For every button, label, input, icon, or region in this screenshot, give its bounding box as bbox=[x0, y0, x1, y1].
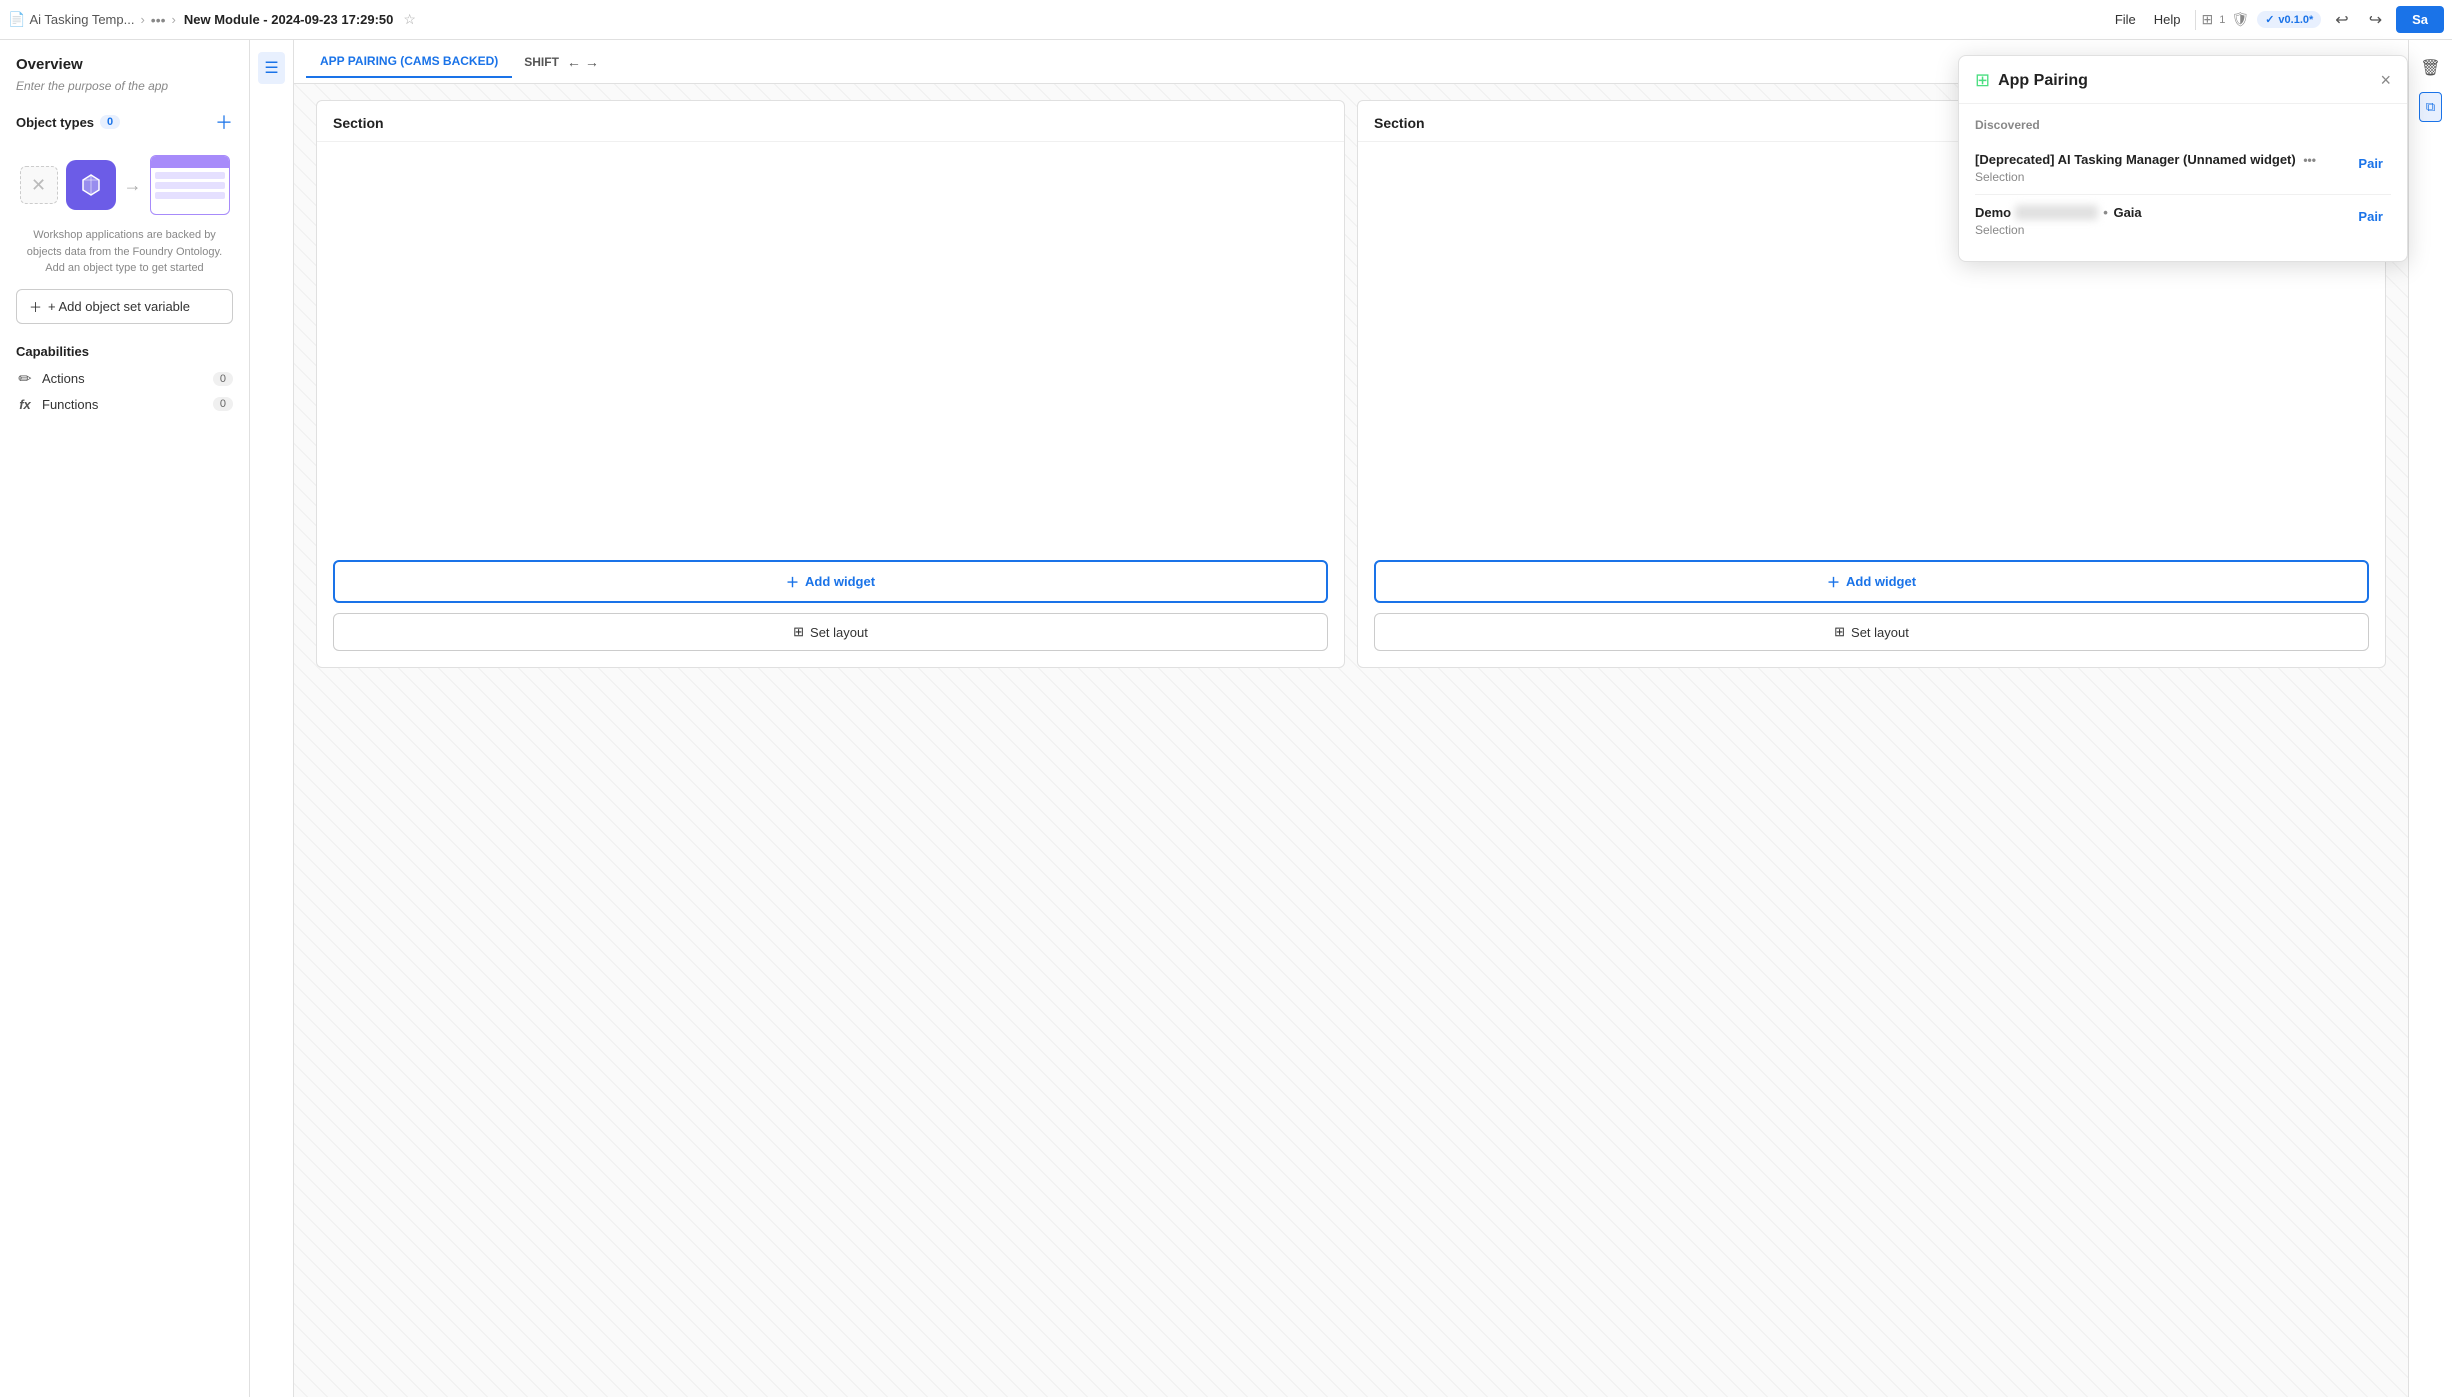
actions-label: Actions bbox=[42, 371, 205, 386]
add-widget-icon-2: ＋ bbox=[1827, 572, 1840, 591]
set-layout-icon-2: ⊞ bbox=[1834, 624, 1845, 640]
popup-app-icon: ⊞ bbox=[1975, 70, 1990, 91]
object-illustration: ✕ → bbox=[16, 155, 233, 215]
add-widget-icon-1: ＋ bbox=[786, 572, 799, 591]
add-widget-button-2[interactable]: ＋ Add widget bbox=[1374, 560, 2369, 603]
delete-button[interactable]: 🗑 bbox=[2414, 52, 2446, 84]
object-table-icon bbox=[150, 155, 230, 215]
copy-panel-button[interactable]: ⧉ bbox=[2419, 92, 2442, 122]
pairing-info-1: [Deprecated] AI Tasking Manager (Unnamed… bbox=[1975, 152, 2350, 184]
breadcrumb: 📄 Ai Tasking Temp... › ••• › bbox=[8, 11, 178, 28]
add-object-set-variable-button[interactable]: ＋ + Add object set variable bbox=[16, 289, 233, 324]
pairing-name-suffix-1: ••• bbox=[2303, 153, 2316, 167]
undo-button[interactable]: ↩ bbox=[2329, 6, 2354, 34]
pairing-type-1: Selection bbox=[1975, 170, 2350, 184]
breadcrumb-app: Ai Tasking Temp... bbox=[29, 12, 134, 27]
pairing-dot-sep: • bbox=[2103, 205, 2111, 220]
popup-discovered-label: Discovered bbox=[1975, 118, 2391, 132]
save-button[interactable]: Sa bbox=[2396, 6, 2444, 33]
grid-icon: ⊞ bbox=[2202, 11, 2214, 28]
breadcrumb-more-button[interactable]: ••• bbox=[151, 12, 166, 28]
add-widget-button-1[interactable]: ＋ Add widget bbox=[333, 560, 1328, 603]
topbar: 📄 Ai Tasking Temp... › ••• › New Module … bbox=[0, 0, 2452, 40]
section-1-header: Section bbox=[317, 101, 1344, 142]
set-layout-label-2: Set layout bbox=[1851, 625, 1909, 640]
page-title: New Module - 2024-09-23 17:29:50 bbox=[184, 12, 394, 27]
capabilities-title: Capabilities bbox=[16, 344, 233, 359]
version-badge: ✓ v0.1.0* bbox=[2257, 11, 2321, 28]
shield-icon: 🛡 bbox=[2231, 11, 2249, 28]
check-icon: ✓ bbox=[2265, 13, 2274, 26]
shift-left-button[interactable]: ← bbox=[567, 54, 581, 70]
left-icon-strip: ☰ bbox=[250, 40, 294, 1397]
arrow-icon: → bbox=[124, 175, 142, 196]
pairing-name-2: Demo █████████ • Gaia bbox=[1975, 205, 2350, 220]
pairing-item-1: [Deprecated] AI Tasking Manager (Unnamed… bbox=[1975, 142, 2391, 195]
shift-right-button[interactable]: → bbox=[585, 54, 599, 70]
capabilities-functions-item: fx Functions 0 bbox=[16, 397, 233, 412]
popup-header: ⊞ App Pairing × bbox=[1959, 56, 2407, 104]
redo-button[interactable]: ↪ bbox=[2363, 6, 2388, 34]
pair-button-2[interactable]: Pair bbox=[2350, 205, 2391, 228]
section-panel-1: Section ＋ Add widget ⊞ Set layout bbox=[316, 100, 1345, 668]
set-layout-button-1[interactable]: ⊞ Set layout bbox=[333, 613, 1328, 651]
topbar-right: File Help ⊞ 1 🛡 ✓ v0.1.0* ↩ ↪ Sa bbox=[2107, 6, 2444, 34]
set-layout-icon-1: ⊞ bbox=[793, 624, 804, 640]
add-icon: ＋ bbox=[29, 297, 42, 316]
popup-close-button[interactable]: × bbox=[2380, 70, 2391, 91]
section-1-body: ＋ Add widget ⊞ Set layout bbox=[317, 142, 1344, 667]
object-types-badge: 0 bbox=[100, 115, 120, 129]
tab-shift-label[interactable]: SHIFT bbox=[524, 55, 559, 69]
functions-label: Functions bbox=[42, 397, 205, 412]
right-icon-strip: 🗑 ⧉ bbox=[2408, 40, 2452, 1397]
object-types-label: Object types 0 ＋ bbox=[16, 109, 233, 135]
pair-button-1[interactable]: Pair bbox=[2350, 152, 2391, 175]
popup-body: Discovered [Deprecated] AI Tasking Manag… bbox=[1959, 104, 2407, 261]
functions-count: 0 bbox=[213, 397, 233, 411]
overview-title: Overview bbox=[16, 56, 233, 73]
actions-count: 0 bbox=[213, 372, 233, 386]
tab-app-pairing[interactable]: APP PAIRING (CAMS BACKED) bbox=[306, 46, 512, 78]
grid-count: 1 bbox=[2219, 14, 2225, 26]
add-obj-label: + Add object set variable bbox=[48, 299, 190, 314]
pairing-name-1: [Deprecated] AI Tasking Manager (Unnamed… bbox=[1975, 152, 2350, 167]
pairing-type-2: Selection bbox=[1975, 223, 2350, 237]
object-cube-icon bbox=[66, 160, 116, 210]
version-label: v0.1.0* bbox=[2278, 14, 2313, 26]
popup-title: App Pairing bbox=[1998, 72, 2380, 90]
tab-shift-arrows: ← → bbox=[567, 54, 599, 70]
document-icon: 📄 bbox=[8, 11, 25, 28]
functions-icon: fx bbox=[16, 397, 34, 412]
sidebar: Overview Enter the purpose of the app Ob… bbox=[0, 40, 250, 1397]
add-widget-label-1: Add widget bbox=[805, 574, 875, 589]
breadcrumb-sep1: › bbox=[140, 12, 144, 27]
pairing-item-2: Demo █████████ • Gaia Selection Pair bbox=[1975, 195, 2391, 247]
app-pairing-popup: ⊞ App Pairing × Discovered [Deprecated] … bbox=[1958, 55, 2408, 262]
file-menu-button[interactable]: File bbox=[2107, 8, 2144, 31]
set-layout-button-2[interactable]: ⊞ Set layout bbox=[1374, 613, 2369, 651]
actions-icon: ✏ bbox=[16, 369, 34, 389]
favorite-button[interactable]: ☆ bbox=[403, 11, 416, 28]
capabilities-actions-item: ✏ Actions 0 bbox=[16, 369, 233, 389]
pairing-info-2: Demo █████████ • Gaia Selection bbox=[1975, 205, 2350, 237]
topbar-menus: File Help ⊞ 1 🛡 bbox=[2107, 8, 2249, 31]
object-box-left: ✕ bbox=[20, 166, 58, 204]
left-strip-layout-button[interactable]: ☰ bbox=[258, 52, 284, 84]
menu-divider bbox=[2195, 10, 2196, 30]
breadcrumb-sep2: › bbox=[172, 12, 176, 27]
help-menu-button[interactable]: Help bbox=[2146, 8, 2189, 31]
pairing-blurred-text: █████████ bbox=[2015, 205, 2098, 220]
add-widget-label-2: Add widget bbox=[1846, 574, 1916, 589]
illustration-text: Workshop applications are backed by obje… bbox=[16, 227, 233, 277]
set-layout-label-1: Set layout bbox=[810, 625, 868, 640]
canvas-area: Section ＋ Add widget ⊞ Set layout bbox=[294, 84, 2408, 1397]
topbar-left: 📄 Ai Tasking Temp... › ••• › New Module … bbox=[8, 11, 416, 28]
add-object-type-button[interactable]: ＋ bbox=[215, 109, 233, 135]
overview-hint: Enter the purpose of the app bbox=[16, 79, 233, 93]
